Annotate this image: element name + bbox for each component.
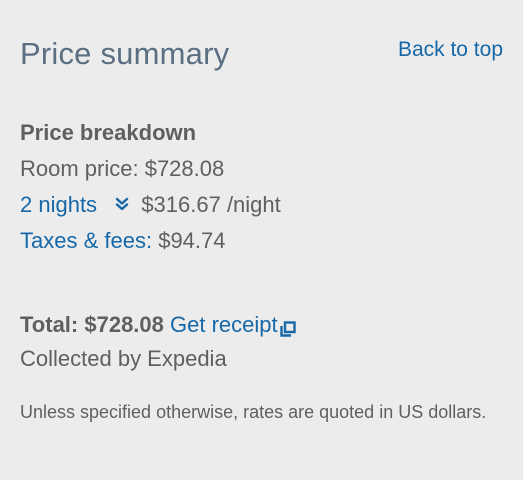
total-line: Total: $728.08 Get receipt	[20, 310, 503, 344]
chevron-double-down-icon	[115, 189, 129, 219]
collected-by-text: Collected by Expedia	[20, 346, 227, 371]
total-section: Total: $728.08 Get receipt Collected by …	[20, 310, 503, 374]
taxes-line: Taxes & fees: $94.74	[20, 226, 503, 262]
nights-line: 2 nights $316.67 /night	[20, 190, 503, 226]
back-to-top-link[interactable]: Back to top	[398, 36, 503, 64]
taxes-amount-text: $94.74	[158, 228, 226, 253]
get-receipt-label: Get receipt	[170, 312, 278, 337]
nightly-rate-text: $316.67 /night	[141, 192, 281, 217]
room-price-line: Room price: $728.08	[20, 154, 503, 190]
price-summary-header: Price summary Back to top	[20, 34, 503, 74]
currency-disclaimer: Unless specified otherwise, rates are qu…	[20, 402, 487, 422]
total-label: Total: $728.08	[20, 312, 164, 337]
price-breakdown-section: Price breakdown Room price: $728.08 2 ni…	[20, 118, 503, 262]
room-price-text: Room price: $728.08	[20, 156, 225, 181]
nights-toggle-link[interactable]: 2 nights	[20, 192, 141, 217]
taxes-fees-link[interactable]: Taxes & fees:	[20, 228, 152, 253]
price-breakdown-title: Price breakdown	[20, 120, 197, 145]
page-title: Price summary	[20, 36, 230, 71]
get-receipt-link[interactable]: Get receipt	[170, 312, 296, 337]
nights-link-label: 2 nights	[20, 192, 98, 217]
external-link-icon	[279, 315, 296, 337]
